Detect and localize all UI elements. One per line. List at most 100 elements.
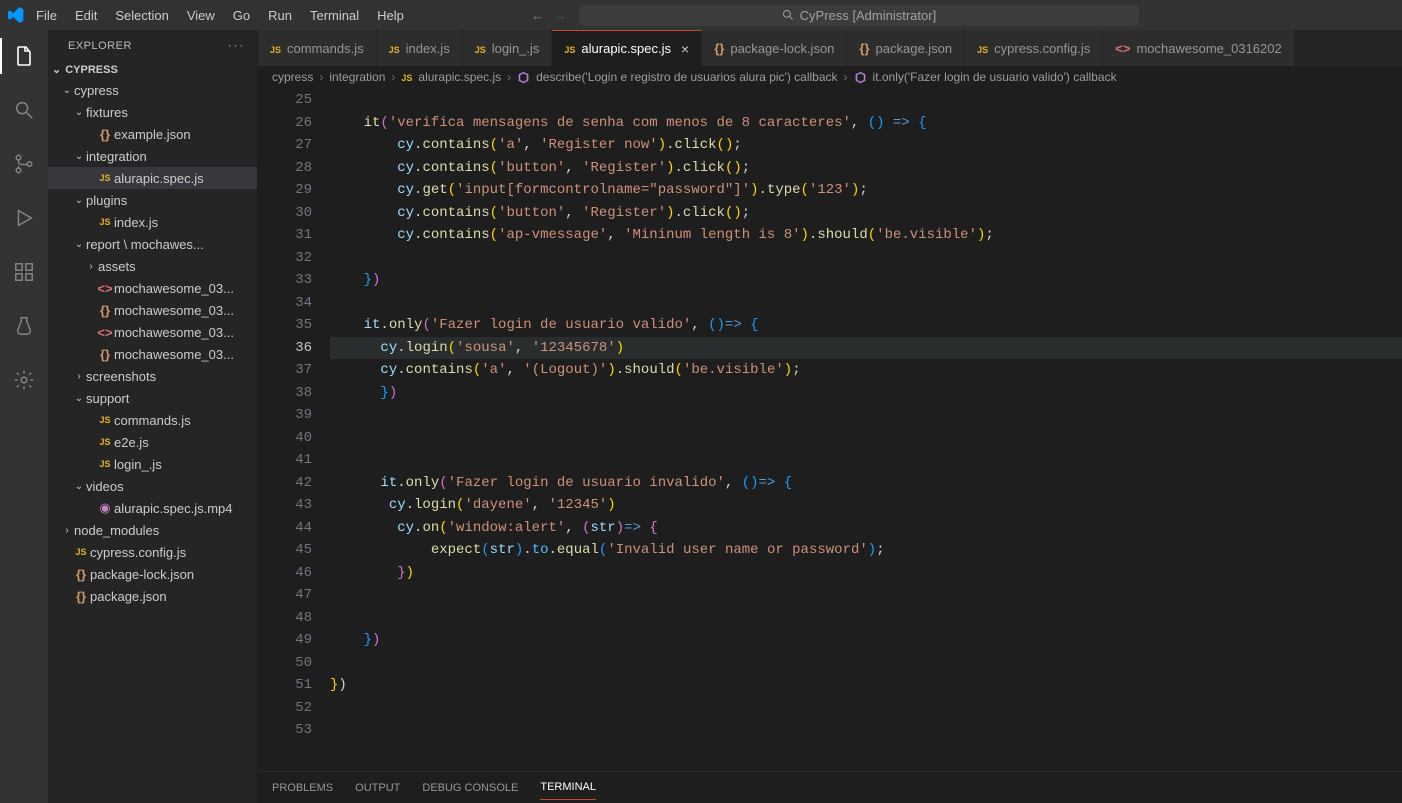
breadcrumb[interactable]: cypress›integration›JSalurapic.spec.js›d… xyxy=(258,66,1402,89)
html-icon: <> xyxy=(97,281,112,296)
file-row[interactable]: {}example.json xyxy=(48,123,257,145)
breadcrumb-folder[interactable]: integration xyxy=(329,70,385,84)
line-number: 38 xyxy=(258,382,312,405)
file-row[interactable]: {}mochawesome_03... xyxy=(48,299,257,321)
code-line xyxy=(330,404,1402,427)
editor-tab[interactable]: JScypress.config.js xyxy=(965,30,1103,66)
file-row[interactable]: {}package-lock.json xyxy=(48,563,257,585)
line-number: 51 xyxy=(258,674,312,697)
menu-view[interactable]: View xyxy=(179,4,223,27)
chevron-down-icon: ⌄ xyxy=(72,107,86,118)
code-line xyxy=(330,292,1402,315)
editor-tab[interactable]: JScommands.js xyxy=(258,30,377,66)
file-row[interactable]: <>mochawesome_03... xyxy=(48,321,257,343)
tree-item-label: e2e.js xyxy=(114,435,149,450)
line-number: 35 xyxy=(258,314,312,337)
tab-label: alurapic.spec.js xyxy=(581,41,671,56)
file-row[interactable]: ◉alurapic.spec.js.mp4 xyxy=(48,497,257,519)
line-number: 39 xyxy=(258,404,312,427)
panel-tab-problems[interactable]: PROBLEMS xyxy=(272,776,333,800)
close-icon[interactable]: × xyxy=(681,41,689,57)
editor-tab[interactable]: JSindex.js xyxy=(377,30,463,66)
tree-item-label: mochawesome_03... xyxy=(114,347,234,362)
editor-tab[interactable]: <>mochawesome_0316202 xyxy=(1103,30,1294,66)
activity-source-control[interactable] xyxy=(0,146,48,182)
code-line: it.only('Fazer login de usuario valido',… xyxy=(330,314,1402,337)
menu-go[interactable]: Go xyxy=(225,4,258,27)
folder-row[interactable]: ⌄plugins xyxy=(48,189,257,211)
line-number: 50 xyxy=(258,652,312,675)
command-center-text: CyPress [Administrator] xyxy=(800,8,937,23)
editor-tab[interactable]: JSlogin_.js xyxy=(463,30,553,66)
line-number: 52 xyxy=(258,697,312,720)
editor-tab[interactable]: {}package-lock.json xyxy=(702,30,847,66)
nav-fwd-icon[interactable]: → xyxy=(554,8,567,23)
breadcrumb-sep: › xyxy=(507,70,511,84)
activity-run-debug[interactable] xyxy=(0,200,48,236)
code-line xyxy=(330,449,1402,472)
activity-search[interactable] xyxy=(0,92,48,128)
search-icon xyxy=(782,9,794,21)
tab-label: index.js xyxy=(406,41,450,56)
menu-help[interactable]: Help xyxy=(369,4,412,27)
editor-tab[interactable]: JSalurapic.spec.js× xyxy=(552,30,702,66)
breadcrumb-folder[interactable]: cypress xyxy=(272,70,313,84)
line-number: 43 xyxy=(258,494,312,517)
code-line: cy.contains('button', 'Register').click(… xyxy=(330,202,1402,225)
code-editor[interactable]: 2526272829303132333435363738394041424344… xyxy=(258,89,1402,771)
breadcrumb-sep: › xyxy=(391,70,395,84)
nav-back-icon[interactable]: ← xyxy=(531,8,544,23)
breadcrumb-symbol[interactable]: it.only('Fazer login de usuario valido')… xyxy=(873,70,1117,84)
folder-row[interactable]: ⌄cypress xyxy=(48,79,257,101)
folder-row[interactable]: ⌄videos xyxy=(48,475,257,497)
code-line: cy.contains('button', 'Register').click(… xyxy=(330,157,1402,180)
line-number: 40 xyxy=(258,427,312,450)
line-number: 31 xyxy=(258,224,312,247)
breadcrumb-file[interactable]: alurapic.spec.js xyxy=(418,70,501,84)
file-row[interactable]: JSalurapic.spec.js xyxy=(48,167,257,189)
file-row[interactable]: {}package.json xyxy=(48,585,257,607)
activity-extensions[interactable] xyxy=(0,254,48,290)
file-row[interactable]: JSindex.js xyxy=(48,211,257,233)
chevron-down-icon: ⌄ xyxy=(72,393,86,404)
activity-settings-gear[interactable] xyxy=(0,362,48,398)
chevron-down-icon: ⌄ xyxy=(72,239,86,250)
menu-edit[interactable]: Edit xyxy=(67,4,105,27)
line-number: 32 xyxy=(258,247,312,270)
menu-terminal[interactable]: Terminal xyxy=(302,4,367,27)
menu-selection[interactable]: Selection xyxy=(107,4,176,27)
line-gutter: 2526272829303132333435363738394041424344… xyxy=(258,89,330,771)
code-line xyxy=(330,584,1402,607)
file-row[interactable]: JScypress.config.js xyxy=(48,541,257,563)
code-content[interactable]: it('verifica mensagens de senha com meno… xyxy=(330,89,1402,771)
breadcrumb-symbol[interactable]: describe('Login e registro de usuarios a… xyxy=(536,70,837,84)
panel-tab-terminal[interactable]: TERMINAL xyxy=(540,775,596,800)
tree-item-label: package.json xyxy=(90,589,167,604)
tab-label: cypress.config.js xyxy=(994,41,1090,56)
file-row[interactable]: JScommands.js xyxy=(48,409,257,431)
code-line: }) xyxy=(330,562,1402,585)
folder-row[interactable]: ›assets xyxy=(48,255,257,277)
activity-bar xyxy=(0,30,48,803)
activity-testing[interactable] xyxy=(0,308,48,344)
panel-tab-debug-console[interactable]: DEBUG CONSOLE xyxy=(422,776,518,800)
editor-tab[interactable]: {}package.json xyxy=(847,30,965,66)
folder-row[interactable]: ›node_modules xyxy=(48,519,257,541)
panel-tab-output[interactable]: OUTPUT xyxy=(355,776,400,800)
explorer-more-icon[interactable]: ··· xyxy=(228,40,245,52)
folder-row[interactable]: ⌄report \ mochawes... xyxy=(48,233,257,255)
project-section[interactable]: ⌄ CYPRESS xyxy=(48,60,257,79)
folder-row[interactable]: ›screenshots xyxy=(48,365,257,387)
activity-explorer[interactable] xyxy=(0,38,48,74)
file-row[interactable]: <>mochawesome_03... xyxy=(48,277,257,299)
command-center[interactable]: CyPress [Administrator] xyxy=(579,5,1139,26)
file-row[interactable]: {}mochawesome_03... xyxy=(48,343,257,365)
json-icon: {} xyxy=(100,127,110,142)
folder-row[interactable]: ⌄integration xyxy=(48,145,257,167)
folder-row[interactable]: ⌄support xyxy=(48,387,257,409)
folder-row[interactable]: ⌄fixtures xyxy=(48,101,257,123)
file-row[interactable]: JSlogin_.js xyxy=(48,453,257,475)
menu-file[interactable]: File xyxy=(28,4,65,27)
file-row[interactable]: JSe2e.js xyxy=(48,431,257,453)
menu-run[interactable]: Run xyxy=(260,4,300,27)
